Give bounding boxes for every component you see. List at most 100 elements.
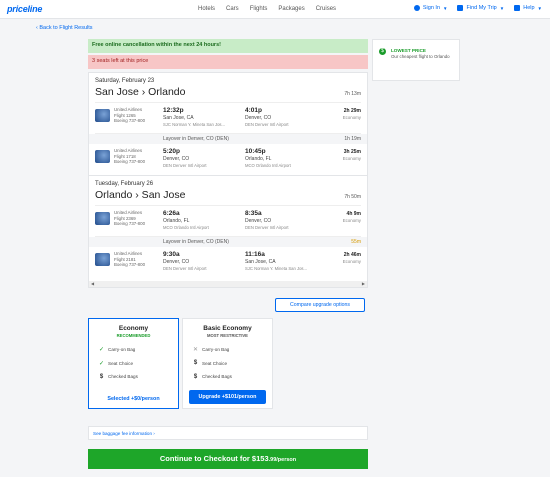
selected-fare-button[interactable]: Selected +$0/person xyxy=(89,396,178,402)
segment-duration: 2h 46m xyxy=(343,252,361,258)
continue-to-checkout-button[interactable]: Continue to Checkout for $153.99/person xyxy=(88,449,368,469)
compare-upgrade-button[interactable]: Compare upgrade options xyxy=(275,298,365,312)
return-route: Orlando › San Jose xyxy=(95,189,186,201)
nav-flights[interactable]: Flights xyxy=(250,6,268,12)
lowest-price-title: LOWEST PRICE xyxy=(391,48,426,53)
aircraft: Boeing 737-800 xyxy=(114,221,146,226)
airline-name: United Airlines xyxy=(114,251,143,256)
departure-airport: DEN Denver Intl Airport xyxy=(163,266,207,271)
chevron-down-icon: ▼ xyxy=(499,5,505,11)
chevron-down-icon: ▼ xyxy=(443,5,448,11)
close-icon: ✕ xyxy=(192,347,199,354)
account-nav: Sign In ▼ Find My Trip ▼ Help ▼ xyxy=(413,5,542,11)
help-menu[interactable]: Help ▼ xyxy=(514,5,542,11)
fare-name: Economy xyxy=(118,325,149,332)
check-icon: ✓ xyxy=(98,360,105,367)
help-label: Help xyxy=(523,5,535,11)
return-route-header: Orlando › San Jose 7h 50m xyxy=(95,187,361,206)
check-icon: ✓ xyxy=(98,347,105,354)
departure-city: Orlando, FL xyxy=(163,218,190,224)
layover-duration: 1h 19m xyxy=(344,136,361,142)
priceline-logo[interactable]: priceline xyxy=(7,4,42,14)
itinerary-column: Free online cancellation within the next… xyxy=(88,39,368,288)
departure-time: 9:30a xyxy=(163,251,180,258)
outbound-date: Saturday, February 23 xyxy=(95,78,155,84)
sign-in-label: Sign In xyxy=(422,5,441,11)
arrival-airport: DEN Denver Intl Airport xyxy=(245,122,289,127)
departure-time: 12:32p xyxy=(163,107,184,114)
united-airlines-logo-icon xyxy=(95,212,110,225)
top-nav-bar: priceline Hotels Cars Flights Packages C… xyxy=(0,0,550,19)
fare-feature: $ Checked Bags xyxy=(192,370,272,384)
departure-time: 6:26a xyxy=(163,210,180,217)
arrival-city: Denver, CO xyxy=(245,115,272,121)
airline-info: United Airlines Flight 1718 Boeing 737-800 xyxy=(95,148,163,171)
fare-name: Basic Economy xyxy=(203,325,252,332)
checkout-label: Continue to Checkout for $153 xyxy=(159,454,269,463)
cabin-class: Economy xyxy=(342,115,361,120)
sign-in-menu[interactable]: Sign In ▼ xyxy=(413,5,448,11)
airline-info: United Airlines Flight 2181 Boeing 737-800 xyxy=(95,251,163,274)
flight-segment: United Airlines Flight 2369 Boeing 737-800… xyxy=(95,206,361,237)
nav-packages[interactable]: Packages xyxy=(278,6,304,12)
flight-segment: United Airlines Flight 1718 Boeing 737-800… xyxy=(95,144,361,175)
dollar-icon: $ xyxy=(193,373,198,380)
scroll-right-icon[interactable]: ▶ xyxy=(362,281,365,286)
horizontal-scrollbar[interactable]: ◀ ▶ xyxy=(89,281,367,287)
scroll-left-icon[interactable]: ◀ xyxy=(91,281,94,286)
departure-city: San Jose, CA xyxy=(163,115,194,121)
checkout-cents: .99/person xyxy=(268,457,297,463)
fare-feature: ✕ Carry-on Bag xyxy=(192,343,272,357)
baggage-fee-link[interactable]: See baggage fee information › xyxy=(88,426,368,440)
departure-city: Denver, CO xyxy=(163,156,190,162)
return-card: Tuesday, February 26 Orlando › San Jose … xyxy=(88,176,368,288)
nav-cars[interactable]: Cars xyxy=(226,6,239,12)
arrival-time: 11:16a xyxy=(245,251,265,258)
user-icon xyxy=(413,5,420,11)
fare-subtitle: RECOMMENDED xyxy=(116,333,151,338)
find-my-trip-menu[interactable]: Find My Trip ▼ xyxy=(457,5,504,11)
aircraft: Boeing 737-800 xyxy=(114,262,146,267)
dollar-badge-icon: $ xyxy=(379,48,386,55)
united-airlines-logo-icon xyxy=(95,253,110,266)
nav-cruises[interactable]: Cruises xyxy=(316,6,336,12)
feature-label: Checked Bags xyxy=(202,374,232,380)
layover-duration: 55m xyxy=(351,239,361,245)
segment-duration: 3h 25m xyxy=(343,149,361,155)
find-trip-label: Find My Trip xyxy=(466,5,497,11)
fare-feature: ✓ Seat Choice xyxy=(98,357,178,371)
arrival: 11:16a San Jose, CA SJC Norman Y. Mineta S… xyxy=(245,251,327,274)
departure-airport: SJC Norman Y. Mineta San Jos... xyxy=(163,122,225,127)
layover-row: Layover in Denver, CO (DEN) 55m xyxy=(89,237,367,247)
departure: 9:30a Denver, CO DEN Denver Intl Airport xyxy=(163,251,245,274)
briefcase-icon xyxy=(457,5,464,11)
departure-airport: MCO Orlando Intl Airport xyxy=(163,225,209,230)
lowest-price-box: $ LOWEST PRICE Our cheapest flight to Or… xyxy=(372,39,460,81)
feature-label: Seat Choice xyxy=(108,360,134,366)
dollar-icon: $ xyxy=(193,360,198,367)
basic-economy-fare-card[interactable]: Basic Economy MOST RESTRICTIVE ✕ Carry-on… xyxy=(182,318,273,409)
fare-feature: $ Checked Bags xyxy=(98,370,178,384)
departure: 12:32p San Jose, CA SJC Norman Y. Mineta S… xyxy=(163,107,245,129)
arrival: 8:35a Denver, CO DEN Denver Intl Airport xyxy=(245,210,327,232)
outbound-route-header: San Jose › Orlando 7h 13m xyxy=(95,84,361,103)
outbound-card: Saturday, February 23 San Jose › Orlando… xyxy=(88,72,368,176)
fare-subtitle: MOST RESTRICTIVE xyxy=(207,333,248,338)
fare-feature: $ Seat Choice xyxy=(192,357,272,371)
nav-hotels[interactable]: Hotels xyxy=(198,6,215,12)
departure: 5:20p Denver, CO DEN Denver Intl Airport xyxy=(163,148,245,171)
segment-duration: 2h 29m xyxy=(343,108,361,114)
seats-left-banner: 3 seats left at this price xyxy=(88,55,368,69)
arrival-time: 4:01p xyxy=(245,107,262,114)
upgrade-fare-button[interactable]: Upgrade +$101/person xyxy=(189,390,266,404)
cabin-class: Economy xyxy=(342,156,361,161)
chevron-down-icon: ▼ xyxy=(537,5,542,11)
back-to-results-link[interactable]: ‹ Back to Flight Results xyxy=(36,25,93,31)
arrival-city: San Jose, CA xyxy=(245,259,276,265)
fare-feature: ✓ Carry-on Bag xyxy=(98,343,178,357)
outbound-route: San Jose › Orlando xyxy=(95,86,186,98)
feature-label: Carry-on Bag xyxy=(108,347,136,353)
layover-text: Layover in Denver, CO (DEN) xyxy=(163,136,229,142)
feature-label: Carry-on Bag xyxy=(202,347,230,353)
economy-fare-card[interactable]: Economy RECOMMENDED ✓ Carry-on Bag ✓ Seat … xyxy=(88,318,179,409)
